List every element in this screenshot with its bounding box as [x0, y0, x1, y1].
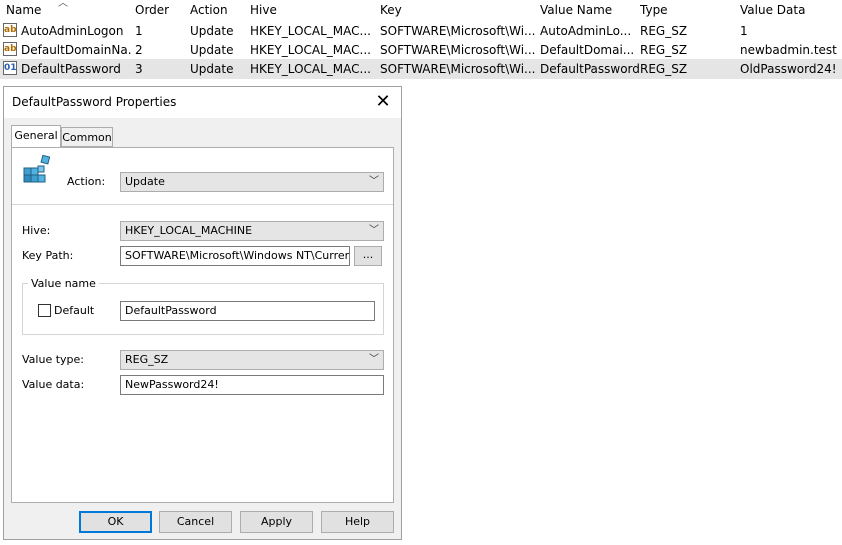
list-header: Name ︿ Order Action Hive Key Value Name … [0, 0, 842, 20]
hive-combobox[interactable]: HKEY_LOCAL_MACHINE ﹀ [120, 221, 384, 241]
row-type: REG_SZ [640, 43, 688, 57]
registry-cubes-icon [23, 154, 51, 183]
apply-button[interactable]: Apply [240, 511, 313, 533]
row-value-name: DefaultDomai... [540, 43, 635, 57]
action-label: Action: [67, 175, 106, 188]
cancel-button[interactable]: Cancel [159, 511, 232, 533]
row-value-data: OldPassword24! [740, 62, 837, 76]
row-order: 3 [135, 62, 143, 76]
chevron-down-icon: ﹀ [369, 354, 379, 365]
default-checkbox[interactable] [38, 304, 51, 317]
browse-key-button[interactable]: ... [354, 246, 382, 266]
column-header-key[interactable]: Key [380, 0, 402, 20]
column-header-action[interactable]: Action [190, 0, 228, 20]
row-value-name: AutoAdminLo... [540, 24, 632, 38]
value-name-group-caption: Value name [28, 277, 99, 290]
chevron-down-icon: ﹀ [369, 225, 379, 236]
value-data-label: Value data: [22, 378, 85, 391]
value-type-combobox[interactable]: REG_SZ ﹀ [120, 350, 384, 370]
tab-common[interactable]: Common [61, 127, 113, 147]
value-data-field[interactable]: NewPassword24! [120, 375, 384, 395]
row-value-data: newbadmin.test [740, 43, 837, 57]
row-key: SOFTWARE\Microsoft\Wi... [380, 43, 536, 57]
row-hive: HKEY_LOCAL_MAC... [250, 62, 371, 76]
row-key: SOFTWARE\Microsoft\Wi... [380, 62, 536, 76]
default-checkbox-label[interactable]: Default [54, 304, 94, 317]
row-hive: HKEY_LOCAL_MAC... [250, 24, 371, 38]
row-order: 1 [135, 24, 143, 38]
action-combobox-value: Update [125, 175, 165, 188]
help-button[interactable]: Help [321, 511, 394, 533]
table-row[interactable]: ab AutoAdminLogon 1 Update HKEY_LOCAL_MA… [0, 21, 842, 41]
value-name-field[interactable]: DefaultPassword [120, 301, 375, 321]
column-header-value-name[interactable]: Value Name [540, 0, 612, 20]
column-header-type[interactable]: Type [640, 0, 668, 20]
key-path-field[interactable]: SOFTWARE\Microsoft\Windows NT\CurrentVer [120, 246, 350, 266]
hive-label: Hive: [22, 224, 51, 237]
column-header-order[interactable]: Order [135, 0, 169, 20]
key-path-label: Key Path: [22, 249, 74, 262]
row-value-data: 1 [740, 24, 748, 38]
tab-general[interactable]: General [11, 125, 61, 147]
value-type-combobox-value: REG_SZ [125, 353, 169, 366]
row-action: Update [190, 43, 234, 57]
hive-combobox-value: HKEY_LOCAL_MACHINE [125, 224, 253, 237]
column-header-name[interactable]: Name [6, 0, 41, 20]
general-tab-page: Action: Update ﹀ Hive: HKEY_LOCAL_MACHIN… [11, 147, 394, 503]
action-combobox[interactable]: Update ﹀ [120, 172, 384, 192]
ok-button[interactable]: OK [79, 511, 152, 533]
row-action: Update [190, 62, 234, 76]
dialog-titlebar[interactable]: DefaultPassword Properties ✕ [4, 87, 401, 118]
row-key: SOFTWARE\Microsoft\Wi... [380, 24, 536, 38]
row-hive: HKEY_LOCAL_MAC... [250, 43, 371, 57]
row-action: Update [190, 24, 234, 38]
string-value-icon: ab [3, 23, 17, 37]
binary-value-icon: 01 [3, 61, 17, 75]
row-name: AutoAdminLogon [21, 24, 124, 38]
row-type: REG_SZ [640, 62, 688, 76]
value-type-label: Value type: [22, 353, 84, 366]
properties-dialog: DefaultPassword Properties ✕ General Com… [3, 86, 402, 540]
string-value-icon: ab [3, 42, 17, 56]
column-header-value-data[interactable]: Value Data [740, 0, 805, 20]
column-header-hive[interactable]: Hive [250, 0, 277, 20]
row-type: REG_SZ [640, 24, 688, 38]
row-name: DefaultDomainNa... [21, 43, 131, 57]
row-value-name: DefaultPassword [540, 62, 640, 76]
registry-items-list: Name ︿ Order Action Hive Key Value Name … [0, 0, 842, 80]
row-name: DefaultPassword [21, 62, 121, 76]
dialog-title: DefaultPassword Properties [12, 95, 177, 109]
chevron-down-icon: ﹀ [369, 176, 379, 187]
row-order: 2 [135, 43, 143, 57]
table-row-selected[interactable]: 01 DefaultPassword 3 Update HKEY_LOCAL_M… [0, 59, 842, 79]
close-icon[interactable]: ✕ [371, 90, 395, 114]
divider [12, 204, 393, 205]
sort-indicator-icon: ︿ [58, 0, 68, 9]
table-row[interactable]: ab DefaultDomainNa... 2 Update HKEY_LOCA… [0, 40, 842, 60]
